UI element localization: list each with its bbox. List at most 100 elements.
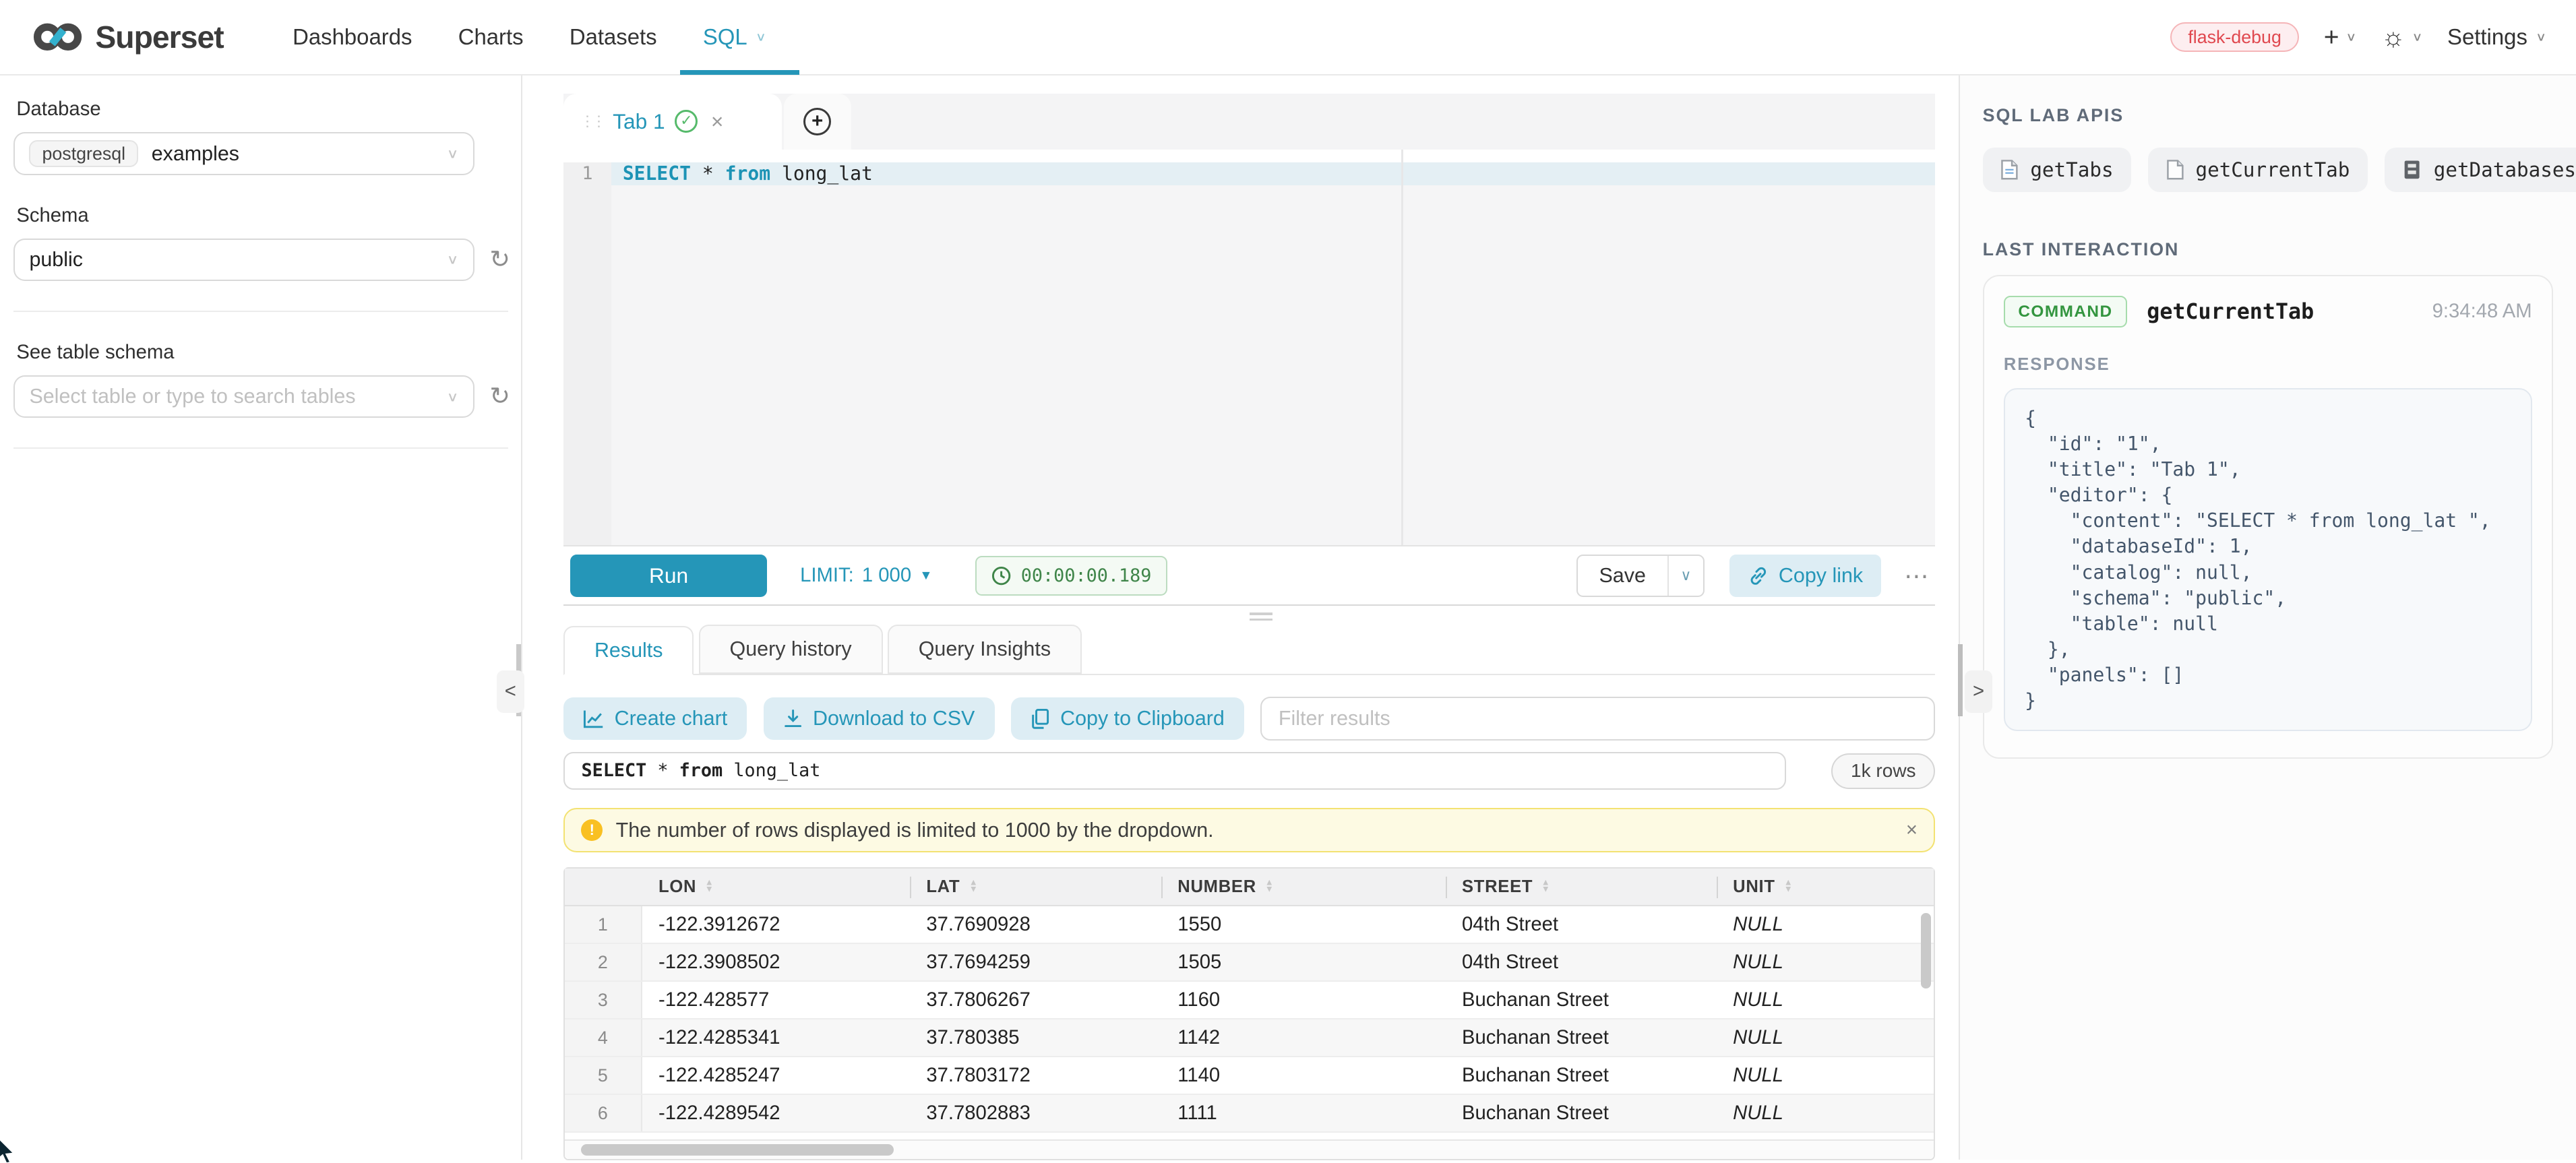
settings-menu[interactable]: Settings ∨	[2447, 24, 2546, 50]
command-badge: COMMAND	[2004, 296, 2127, 327]
scrollbar-thumb[interactable]	[581, 1144, 893, 1156]
column-header-number[interactable]: NUMBER▲▼	[1161, 869, 1446, 905]
query-timer: 00:00:00.189	[975, 556, 1167, 596]
save-button[interactable]: Save	[1578, 556, 1667, 596]
more-options-icon[interactable]: ⋯	[1904, 561, 1929, 590]
document-icon	[2166, 159, 2184, 181]
column-header-street[interactable]: STREET▲▼	[1446, 869, 1717, 905]
create-chart-button[interactable]: Create chart	[563, 697, 747, 740]
refresh-tables-icon[interactable]: ↻	[489, 385, 510, 408]
environment-badge: flask-debug	[2170, 22, 2299, 53]
table-row[interactable]: 2 -122.3908502 37.7694259 1505 04th Stre…	[565, 944, 1934, 982]
table-row-partial	[565, 1133, 1934, 1139]
results-table: LON▲▼ LAT▲▼ NUMBER▲▼ STREET▲▼ UNIT▲▼ 1 -…	[563, 867, 1935, 1160]
download-csv-button[interactable]: Download to CSV	[764, 697, 995, 740]
getcurrenttab-button[interactable]: getCurrentTab	[2148, 148, 2368, 192]
copy-clipboard-button[interactable]: Copy to Clipboard	[1011, 697, 1244, 740]
gettabs-button[interactable]: getTabs	[1983, 148, 2132, 192]
sql-lab-api-panel: > SQL LAB APIS getTabs getCurrentTab	[1959, 75, 2576, 1160]
nav-item-sql[interactable]: SQL ∨	[680, 0, 789, 75]
chevron-down-icon: ∨	[2412, 30, 2422, 44]
refresh-schema-icon[interactable]: ↻	[489, 248, 510, 271]
nav-item-dashboards[interactable]: Dashboards	[270, 0, 435, 75]
check-circle-icon: ✓	[675, 110, 698, 133]
close-tab-icon[interactable]: ×	[711, 109, 724, 134]
chevron-down-icon: ∨	[447, 146, 459, 162]
limit-warning-banner: ! The number of rows displayed is limite…	[563, 808, 1935, 852]
table-row[interactable]: 6 -122.4289542 37.7802883 1111 Buchanan …	[565, 1095, 1934, 1133]
plus-icon: +	[2324, 24, 2339, 51]
sort-icon[interactable]: ▲▼	[1541, 880, 1551, 893]
download-icon	[783, 709, 803, 728]
copy-icon	[1031, 708, 1050, 730]
tab-query-history[interactable]: Query history	[699, 625, 883, 674]
horizontal-scrollbar[interactable]	[565, 1139, 1934, 1159]
save-options-button[interactable]: ∨	[1667, 556, 1704, 596]
sort-icon[interactable]: ▲▼	[704, 880, 714, 893]
nav-item-charts[interactable]: Charts	[435, 0, 547, 75]
schema-value: public	[29, 248, 83, 272]
print-margin-line	[1401, 150, 1403, 545]
database-select[interactable]: postgresql examples ∨	[13, 132, 475, 175]
query-preview-row: SELECT * from long_lat 1k rows	[563, 752, 1935, 790]
superset-logo[interactable]: Superset	[33, 19, 224, 55]
collapse-panel-button[interactable]: >	[1965, 670, 1992, 713]
plus-circle-icon: +	[803, 108, 831, 135]
top-navbar: Superset Dashboards Charts Datasets SQL …	[0, 0, 2576, 75]
divider	[13, 447, 508, 449]
schema-select[interactable]: public ∨	[13, 239, 475, 281]
table-select[interactable]: Select table or type to search tables ∨	[13, 375, 475, 418]
collapse-sidebar-button[interactable]: <	[497, 670, 524, 713]
command-timestamp: 9:34:48 AM	[2432, 301, 2532, 323]
tab-tab1[interactable]: ⋮⋮ Tab 1 ✓ ×	[563, 94, 782, 150]
sql-lab-main: ⋮⋮ Tab 1 ✓ × + 1 SELECT * from long_lat …	[522, 75, 1958, 1160]
limit-dropdown[interactable]: LIMIT: 1 000 ▼	[800, 565, 933, 587]
getdatabases-button[interactable]: getDatabases	[2385, 148, 2576, 192]
tab-results[interactable]: Results	[563, 626, 694, 675]
column-header-lat[interactable]: LAT▲▼	[910, 869, 1161, 905]
sql-editor[interactable]: 1 SELECT * from long_lat	[563, 150, 1935, 545]
nav-item-datasets[interactable]: Datasets	[547, 0, 680, 75]
table-row[interactable]: 4 -122.4285341 37.780385 1142 Buchanan S…	[565, 1019, 1934, 1057]
pane-resize-handle[interactable]	[563, 606, 1935, 625]
table-row[interactable]: 1 -122.3912672 37.7690928 1550 04th Stre…	[565, 906, 1934, 944]
caret-down-icon: ▼	[919, 568, 932, 584]
tab-query-insights[interactable]: Query Insights	[888, 625, 1082, 674]
sort-icon[interactable]: ▲▼	[969, 880, 979, 893]
filter-results-input[interactable]	[1260, 697, 1935, 741]
copy-link-button[interactable]: Copy link	[1729, 555, 1881, 597]
last-interaction-card: COMMAND getCurrentTab 9:34:48 AM RESPONS…	[1983, 275, 2553, 759]
theme-toggle-button[interactable]: ☼ ∨	[2381, 24, 2423, 51]
link-icon	[1748, 565, 1769, 587]
new-tab-button[interactable]: +	[784, 94, 851, 150]
column-header-unit[interactable]: UNIT▲▼	[1717, 869, 1912, 905]
column-header-lon[interactable]: LON▲▼	[642, 869, 910, 905]
command-name: getCurrentTab	[2147, 300, 2314, 324]
chevron-down-icon: ∨	[2345, 30, 2356, 44]
vertical-scrollbar[interactable]	[1921, 913, 1931, 988]
schema-label: Schema	[16, 205, 521, 227]
new-item-button[interactable]: + ∨	[2324, 24, 2357, 51]
cabinet-icon	[2402, 159, 2422, 181]
query-preview: SELECT * from long_lat	[563, 752, 1786, 790]
document-icon	[2000, 159, 2019, 181]
sort-icon[interactable]: ▲▼	[1264, 880, 1275, 893]
drag-handle-icon[interactable]: ⋮⋮	[580, 114, 603, 129]
db-type-tag: postgresql	[29, 140, 138, 167]
infinity-logo-icon	[33, 19, 82, 55]
db-name-value: examples	[152, 142, 239, 166]
close-icon[interactable]: ×	[1906, 819, 1918, 842]
grip-icon	[1250, 612, 1272, 624]
sort-icon[interactable]: ▲▼	[1783, 880, 1793, 893]
run-button[interactable]: Run	[570, 555, 768, 597]
table-schema-label: See table schema	[16, 342, 521, 364]
line-number: 1	[563, 162, 611, 185]
warning-icon: !	[581, 819, 603, 841]
results-actions: Create chart Download to CSV Copy to Cli…	[563, 697, 1935, 741]
table-row[interactable]: 5 -122.4285247 37.7803172 1140 Buchanan …	[565, 1057, 1934, 1095]
tab-title: Tab 1	[613, 109, 665, 134]
clock-icon	[991, 566, 1011, 586]
panel-scrollbar[interactable]	[1958, 644, 1963, 716]
brand-name: Superset	[95, 19, 223, 55]
table-row[interactable]: 3 -122.428577 37.7806267 1160 Buchanan S…	[565, 982, 1934, 1019]
